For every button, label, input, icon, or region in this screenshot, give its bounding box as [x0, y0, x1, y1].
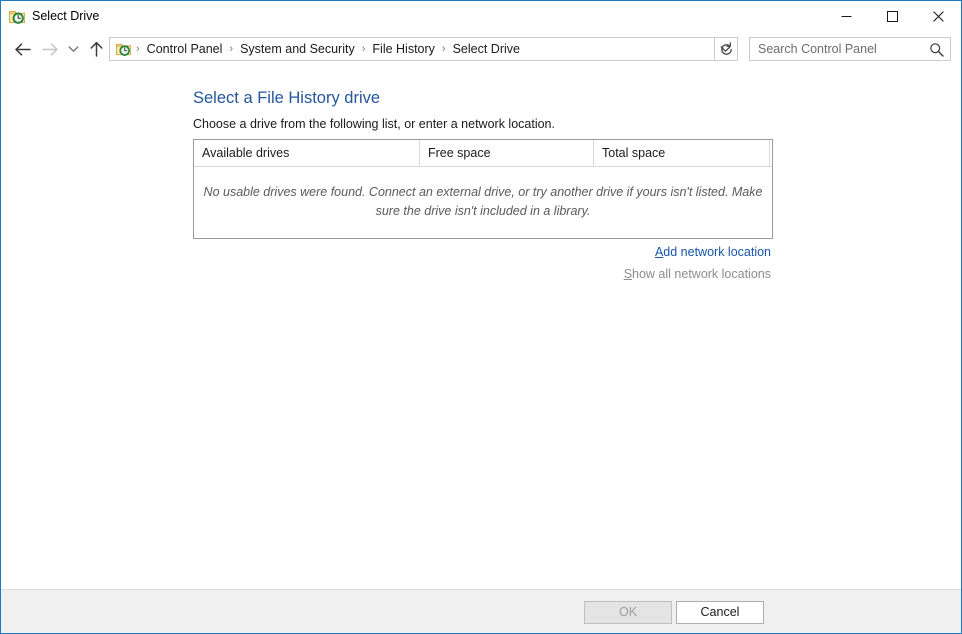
column-header-total-space[interactable]: Total space	[593, 140, 770, 166]
back-arrow-icon[interactable]	[9, 37, 35, 61]
add-network-location-link[interactable]: Add network location	[655, 245, 771, 259]
close-button[interactable]	[915, 1, 961, 32]
maximize-button[interactable]	[869, 1, 915, 32]
content-area: Select a File History drive Choose a dri…	[1, 65, 961, 589]
file-history-folder-icon	[9, 8, 26, 25]
table-header-row: Available drives Free space Total space	[194, 140, 772, 167]
search-box[interactable]	[749, 37, 951, 61]
breadcrumb-system-and-security[interactable]: System and Security	[237, 40, 358, 58]
breadcrumb-separator: ›	[229, 43, 234, 55]
column-header-label: Free space	[428, 146, 491, 160]
show-all-network-locations-link: Show all network locations	[624, 267, 771, 281]
column-header-available-drives[interactable]: Available drives	[194, 140, 419, 166]
breadcrumb-control-panel[interactable]: Control Panel	[144, 40, 226, 58]
breadcrumb-select-drive[interactable]: Select Drive	[450, 40, 523, 58]
chevron-down-icon[interactable]	[63, 37, 83, 61]
forward-arrow-icon	[37, 37, 63, 61]
column-header-label: Available drives	[202, 146, 290, 160]
dialog-footer: OK Cancel	[1, 589, 961, 633]
window-title: Select Drive	[32, 9, 100, 23]
column-header-label: Total space	[602, 146, 666, 160]
up-arrow-icon[interactable]	[83, 37, 109, 61]
link-label: dd network location	[663, 245, 771, 259]
cancel-button[interactable]: Cancel	[676, 601, 764, 624]
file-history-folder-icon	[116, 41, 132, 57]
empty-state-message: No usable drives were found. Connect an …	[194, 167, 772, 237]
column-header-filler	[769, 140, 773, 166]
available-drives-table[interactable]: Available drives Free space Total space …	[193, 139, 773, 239]
minimize-button[interactable]	[823, 1, 869, 32]
accelerator-key: S	[623, 267, 633, 281]
page-title: Select a File History drive	[193, 89, 381, 107]
column-header-free-space[interactable]: Free space	[419, 140, 594, 166]
ok-button: OK	[584, 601, 672, 624]
select-drive-window: Select Drive › Control Panel › System an…	[0, 0, 962, 634]
title-bar: Select Drive	[1, 1, 961, 32]
breadcrumb-separator: ›	[136, 43, 140, 55]
breadcrumb-separator: ›	[441, 43, 446, 55]
empty-state-text: No usable drives were found. Connect an …	[203, 185, 763, 218]
search-icon[interactable]	[922, 38, 950, 60]
breadcrumb-separator: ›	[361, 43, 366, 55]
refresh-icon[interactable]	[714, 37, 738, 61]
search-input[interactable]	[750, 39, 923, 59]
link-label: how all network locations	[632, 267, 771, 281]
breadcrumb-file-history[interactable]: File History	[369, 40, 438, 58]
page-subtitle: Choose a drive from the following list, …	[193, 117, 555, 131]
address-bar[interactable]: › Control Panel › System and Security › …	[109, 37, 738, 61]
